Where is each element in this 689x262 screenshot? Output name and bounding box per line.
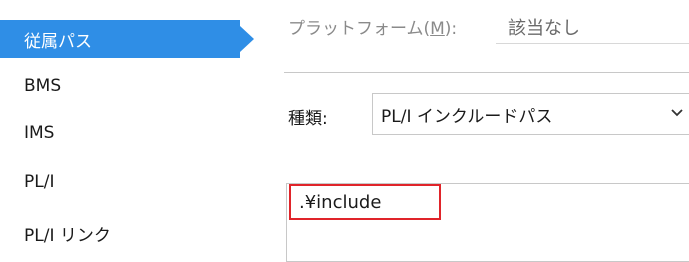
platform-label: プラットフォーム(M): bbox=[288, 19, 458, 39]
sidebar-item-pli[interactable]: PL/I bbox=[0, 163, 240, 201]
kind-label: 種類: bbox=[288, 109, 328, 129]
section-divider bbox=[284, 72, 689, 73]
sidebar-item-label: PL/I リンク bbox=[24, 225, 111, 246]
chevron-down-icon bbox=[671, 109, 683, 117]
sidebar-item-label: IMS bbox=[24, 123, 55, 143]
path-list[interactable]: .¥include bbox=[286, 183, 689, 262]
main-panel: プラットフォーム(M): 該当なし 種類: PL/I インクルードパス .¥in… bbox=[270, 0, 689, 262]
platform-mnemonic: M bbox=[430, 19, 445, 39]
sidebar-item-dependency-path[interactable]: 従属パス bbox=[0, 20, 254, 58]
list-item[interactable]: .¥include bbox=[289, 184, 441, 220]
sidebar-item-bms[interactable]: BMS bbox=[0, 67, 240, 105]
sidebar-item-pli-link[interactable]: PL/I リンク bbox=[0, 214, 240, 252]
sidebar-item-label: PL/I bbox=[24, 172, 55, 192]
sidebar-item-label: BMS bbox=[24, 76, 62, 96]
sidebar-item-ims[interactable]: IMS bbox=[0, 114, 240, 152]
kind-selected-value: PL/I インクルードパス bbox=[381, 106, 553, 127]
platform-value: 該当なし bbox=[508, 18, 580, 39]
kind-dropdown[interactable]: PL/I インクルードパス bbox=[372, 93, 689, 135]
sidebar: 従属パス BMS IMS PL/I PL/I リンク bbox=[0, 0, 254, 260]
path-text: .¥include bbox=[299, 191, 382, 213]
sidebar-item-label: 従属パス bbox=[24, 31, 92, 52]
